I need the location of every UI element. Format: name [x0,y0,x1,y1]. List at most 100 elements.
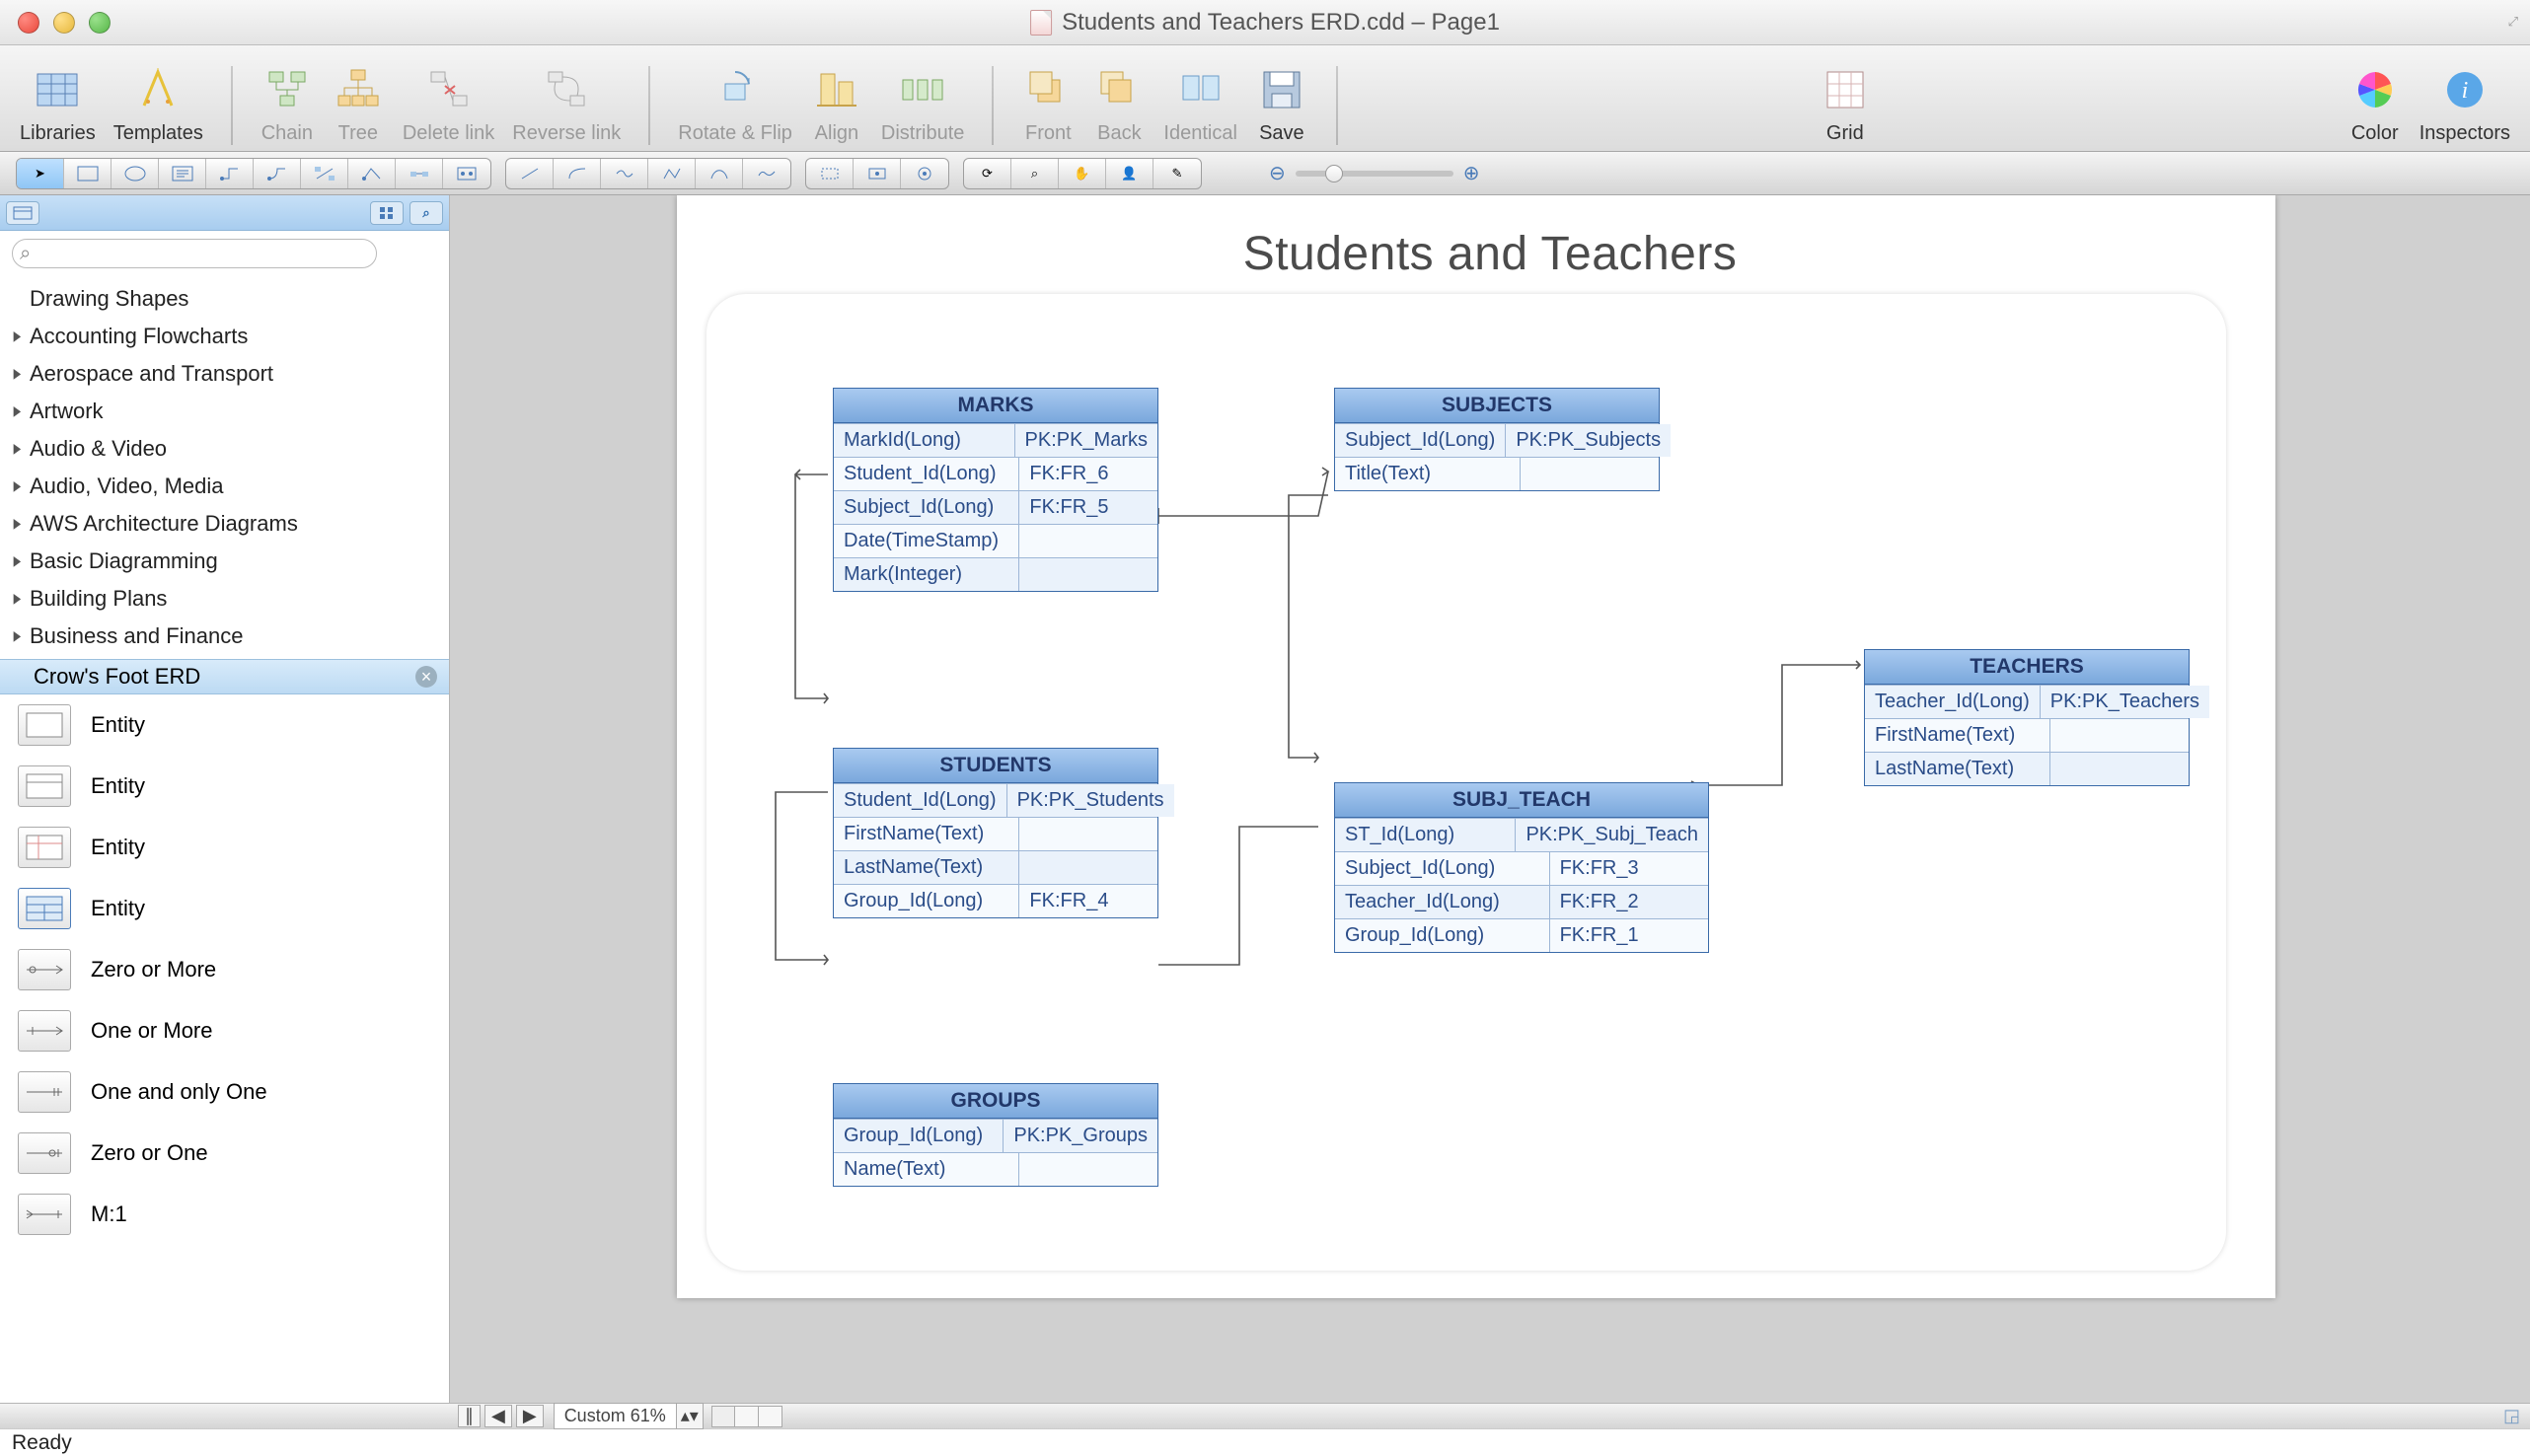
ellipse-tool[interactable] [112,159,159,188]
zoom-window-icon[interactable] [89,12,111,34]
spline-tool[interactable] [601,159,648,188]
tree-button[interactable]: Tree [332,63,385,145]
color-button[interactable]: Color [2348,63,2402,145]
stencil-one-and-only-one[interactable]: One and only One [0,1061,449,1123]
inspectors-button[interactable]: iInspectors [2419,63,2510,145]
chain-button[interactable]: Chain [260,63,314,145]
page-next-icon[interactable]: ▶ [516,1405,544,1427]
stencil-entity[interactable]: Entity [0,878,449,939]
fullscreen-icon[interactable]: ⤢ [2508,14,2518,30]
stencil-zero-or-one[interactable]: Zero or One [0,1123,449,1184]
grid-icon [1819,63,1872,116]
table-groups[interactable]: GROUPS Group_Id(Long)PK:PK_Groups Name(T… [833,1083,1158,1187]
stencil-entity[interactable]: Entity [0,756,449,817]
zoom-tool[interactable]: ⌕ [1011,159,1059,188]
connector-5[interactable] [396,159,443,188]
distribute-button[interactable]: Distribute [881,63,964,145]
zoom-track[interactable] [1296,171,1453,177]
lib-group[interactable]: Basic Diagramming [0,543,449,580]
user-tool[interactable]: 👤 [1106,159,1153,188]
stencil-entity[interactable]: Entity [0,817,449,878]
delete-link-button[interactable]: Delete link [403,63,494,145]
lib-group[interactable]: Audio, Video, Media [0,468,449,505]
page-pause-icon[interactable]: ∥ [458,1405,481,1427]
align-button[interactable]: Align [810,63,863,145]
lib-group[interactable]: Drawing Shapes [0,280,449,318]
canvas[interactable]: Students and Teachers MARKS MarkId(Long)… [450,195,2530,1403]
connector-1[interactable] [206,159,254,188]
line-tool[interactable] [506,159,554,188]
snap-3[interactable] [901,159,948,188]
lib-group[interactable]: AWS Architecture Diagrams [0,505,449,543]
lib-group[interactable]: Business and Finance [0,618,449,655]
page-prev-icon[interactable]: ◀ [484,1405,512,1427]
connector-2[interactable] [254,159,301,188]
connector-3[interactable] [301,159,348,188]
rect-tool[interactable] [64,159,112,188]
corner-resize-icon[interactable]: ◲ [2503,1406,2530,1426]
snap-2[interactable] [854,159,901,188]
zoom-in-icon[interactable]: ⊕ [1463,161,1480,185]
stencil-m1[interactable]: M:1 [0,1184,449,1245]
stencil-one-or-more[interactable]: One or More [0,1000,449,1061]
distribute-icon [896,63,949,116]
table-subj-teach[interactable]: SUBJ_TEACH ST_Id(Long)PK:PK_Subj_Teach S… [1334,782,1709,953]
view-tools: ⟳ ⌕ ✋ 👤 ✎ [963,158,1202,189]
page-tab[interactable] [735,1406,759,1427]
bezier-tool[interactable] [696,159,743,188]
identical-button[interactable]: Identical [1163,63,1237,145]
grid-button[interactable]: Grid [1819,63,1872,145]
lib-group[interactable]: Artwork [0,393,449,430]
lib-group[interactable]: Building Plans [0,580,449,618]
page-tab[interactable] [711,1406,735,1427]
lib-group[interactable]: Aerospace and Transport [0,355,449,393]
libraries-button[interactable]: Libraries [20,63,96,145]
align-icon [810,63,863,116]
color-icon [2348,63,2402,116]
freehand-tool[interactable] [743,159,790,188]
close-window-icon[interactable] [18,12,39,34]
reverse-link-icon [540,63,593,116]
stencil-zero-or-more[interactable]: Zero or More [0,939,449,1000]
stencil-entity[interactable]: Entity [0,694,449,756]
back-button[interactable]: Back [1092,63,1146,145]
close-library-icon[interactable]: × [415,666,437,688]
reverse-link-button[interactable]: Reverse link [512,63,621,145]
active-library-header[interactable]: Crow's Foot ERD × [0,659,449,694]
table-subjects[interactable]: SUBJECTS Subject_Id(Long)PK:PK_Subjects … [1334,388,1660,491]
zoom-out-icon[interactable]: ⊖ [1269,161,1286,185]
wand-tool[interactable]: ✎ [1153,159,1201,188]
polyline-tool[interactable] [648,159,696,188]
connector-4[interactable] [348,159,396,188]
snap-1[interactable] [806,159,854,188]
table-marks[interactable]: MARKS MarkId(Long)PK:PK_Marks Student_Id… [833,388,1158,592]
zoom-slider: ⊖ ⊕ [1269,161,1480,185]
search-toggle-icon[interactable]: ⌕ [409,201,443,225]
status-text: Ready [12,1431,72,1455]
back-icon [1092,63,1146,116]
table-students[interactable]: STUDENTS Student_Id(Long)PK:PK_Students … [833,748,1158,918]
library-view-icon[interactable] [6,201,39,225]
lib-group[interactable]: Accounting Flowcharts [0,318,449,355]
templates-button[interactable]: Templates [113,63,203,145]
pointer-tool[interactable]: ➤ [17,159,64,188]
text-tool[interactable] [159,159,206,188]
zoom-readout[interactable]: Custom 61% [554,1403,677,1429]
pan-tool[interactable]: ✋ [1059,159,1106,188]
refresh-tool[interactable]: ⟳ [964,159,1011,188]
zoom-thumb[interactable] [1325,165,1343,182]
arc-tool[interactable] [554,159,601,188]
shape-toolbar: ➤ ⟳ ⌕ ✋ 👤 ✎ ⊖ ⊕ [0,152,2530,195]
rotate-flip-button[interactable]: Rotate & Flip [678,63,792,145]
minimize-window-icon[interactable] [53,12,75,34]
grid-view-icon[interactable] [370,201,404,225]
save-button[interactable]: Save [1255,63,1308,145]
window-title-text: Students and Teachers ERD.cdd – Page1 [1062,9,1500,36]
zoom-stepper-icon[interactable]: ▴▾ [677,1403,704,1429]
page-tab[interactable] [759,1406,782,1427]
front-button[interactable]: Front [1021,63,1075,145]
lib-group[interactable]: Audio & Video [0,430,449,468]
table-teachers[interactable]: TEACHERS Teacher_Id(Long)PK:PK_Teachers … [1864,649,2190,786]
connector-6[interactable] [443,159,490,188]
library-search-input[interactable] [12,239,377,268]
